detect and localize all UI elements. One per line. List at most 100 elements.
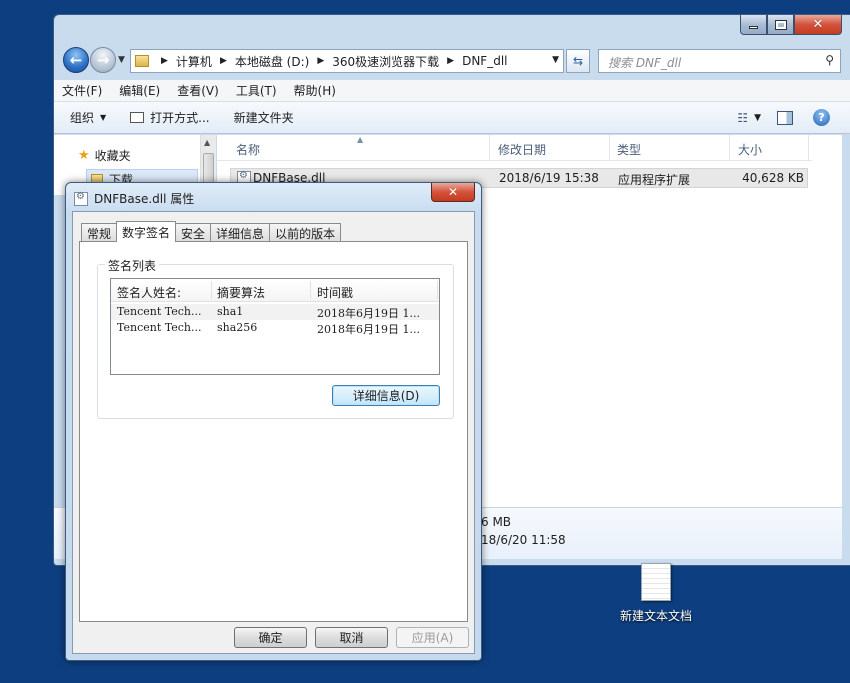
signature-timestamp: 2018年6月19日 1...	[317, 307, 420, 320]
desktop-icon-label: 新建文本文档	[619, 609, 692, 623]
signature-list[interactable]: 签名人姓名: 摘要算法 时间戳 Tencent Tech... sha1 201…	[110, 278, 440, 375]
breadcrumb-browser-downloads[interactable]: 360极速浏览器下载	[332, 53, 439, 70]
menu-help[interactable]: 帮助(H)	[294, 82, 336, 99]
maximize-button[interactable]	[767, 15, 794, 35]
menu-view[interactable]: 查看(V)	[177, 82, 219, 99]
breadcrumb-computer[interactable]: 计算机	[176, 53, 212, 70]
column-divider[interactable]	[609, 135, 610, 161]
forward-arrow-icon: →	[96, 51, 110, 69]
ok-button[interactable]: 确定	[234, 627, 307, 648]
breadcrumb-separator-icon[interactable]: ▶	[220, 56, 227, 66]
breadcrumb-separator-icon[interactable]: ▶	[447, 56, 454, 66]
nav-favorites[interactable]: ★ 收藏夹	[78, 147, 131, 164]
column-divider[interactable]	[310, 281, 311, 299]
minimize-button[interactable]	[740, 15, 767, 35]
refresh-icon: ⇆	[572, 54, 584, 68]
properties-dialog: DNFBase.dll 属性 ✕ 常规 数字签名 安全 详细信息 以前的版本 签…	[65, 182, 482, 661]
open-with-icon	[130, 112, 145, 123]
details-size: 6 MB	[481, 515, 512, 529]
menu-file[interactable]: 文件(F)	[62, 82, 102, 99]
file-modified: 2018/6/19 15:38	[499, 171, 599, 185]
caption-buttons: ✕	[740, 15, 842, 35]
new-folder-button[interactable]: 新建文件夹	[234, 109, 294, 126]
column-size[interactable]: 大小	[738, 141, 762, 158]
column-divider[interactable]	[808, 135, 809, 161]
signature-signer: Tencent Tech...	[117, 305, 202, 318]
new-folder-label: 新建文件夹	[233, 111, 294, 125]
organize-button[interactable]: 组织 ▼	[70, 109, 106, 126]
back-arrow-icon: ←	[69, 51, 83, 69]
open-with-button[interactable]: 打开方式...	[130, 109, 210, 126]
details-date: 18/6/20 11:58	[481, 533, 566, 547]
search-placeholder: 搜索 DNF_dll	[608, 56, 682, 70]
signature-list-label: 签名列表	[105, 257, 160, 274]
signature-row[interactable]: Tencent Tech... sha1 2018年6月19日 1...	[111, 304, 439, 320]
toolbar-right: ☷ ▼ ?	[737, 109, 830, 126]
preview-pane-icon[interactable]	[777, 110, 793, 125]
column-type[interactable]: 类型	[617, 141, 641, 158]
desktop-icon-new-text-document[interactable]: 新建文本文档	[612, 563, 700, 624]
column-divider[interactable]	[489, 135, 490, 161]
change-view-icon[interactable]: ☷	[737, 111, 748, 125]
signature-signer: Tencent Tech...	[117, 321, 202, 334]
header-digest[interactable]: 摘要算法	[217, 284, 265, 301]
column-modified[interactable]: 修改日期	[498, 141, 546, 158]
navigation-bar: ← → ▼ ▶ 计算机 ▶ 本地磁盘 (D:) ▶ 360极速浏览器下载 ▶ D…	[62, 46, 842, 74]
column-divider[interactable]	[211, 281, 212, 299]
column-headers: ▲ 名称 修改日期 类型 大小	[217, 135, 812, 161]
close-icon: ✕	[447, 185, 459, 199]
column-divider[interactable]	[437, 281, 438, 299]
maximize-icon	[774, 19, 787, 30]
search-input[interactable]: 搜索 DNF_dll ⚲	[598, 49, 841, 73]
command-bar: 组织 ▼ 打开方式... 新建文件夹 ☷ ▼ ?	[54, 102, 850, 134]
open-with-label: 打开方式...	[150, 111, 210, 125]
close-button[interactable]: ✕	[794, 15, 842, 35]
back-button[interactable]: ←	[63, 47, 89, 73]
tab-details[interactable]: 详细信息	[210, 223, 271, 242]
breadcrumb-drive-d[interactable]: 本地磁盘 (D:)	[235, 53, 309, 70]
breadcrumb: ▶ 计算机 ▶ 本地磁盘 (D:) ▶ 360极速浏览器下载 ▶ DNF_dll	[153, 53, 507, 70]
dialog-title: DNFBase.dll 属性	[94, 192, 195, 206]
recent-pages-dropdown[interactable]: ▼	[118, 55, 125, 65]
text-document-icon	[641, 563, 671, 601]
sort-ascending-icon: ▲	[357, 135, 364, 144]
digital-signatures-panel: 签名列表 签名人姓名: 摘要算法 时间戳 Tencent Tech... sha…	[79, 241, 468, 622]
apply-button[interactable]: 应用(A)	[396, 627, 469, 648]
search-icon[interactable]: ⚲	[825, 53, 834, 67]
tab-general[interactable]: 常规	[81, 223, 118, 242]
breadcrumb-dnf-dll[interactable]: DNF_dll	[462, 54, 507, 68]
refresh-button[interactable]: ⇆	[566, 49, 590, 73]
forward-button[interactable]: →	[90, 47, 116, 73]
breadcrumb-separator-icon[interactable]: ▶	[161, 56, 168, 66]
tab-security[interactable]: 安全	[175, 223, 212, 242]
cancel-button[interactable]: 取消	[315, 627, 388, 648]
signature-digest: sha1	[217, 305, 244, 318]
address-dropdown-icon[interactable]: ▼	[552, 55, 559, 65]
signature-details-button[interactable]: 详细信息(D)	[332, 385, 440, 406]
header-signer[interactable]: 签名人姓名:	[117, 284, 181, 301]
signature-list-group: 签名列表 签名人姓名: 摘要算法 时间戳 Tencent Tech... sha…	[97, 257, 454, 419]
breadcrumb-separator-icon[interactable]: ▶	[317, 56, 324, 66]
column-name[interactable]: 名称	[236, 141, 260, 158]
dialog-titlebar: DNFBase.dll 属性	[74, 190, 194, 207]
scroll-up-icon[interactable]: ▲	[204, 138, 210, 147]
help-icon[interactable]: ?	[813, 109, 830, 126]
chevron-down-icon: ▼	[100, 113, 107, 122]
dll-file-icon	[74, 191, 88, 206]
file-size: 40,628 KB	[742, 171, 804, 185]
organize-label: 组织	[70, 111, 95, 125]
column-divider[interactable]	[729, 135, 730, 161]
dialog-close-button[interactable]: ✕	[431, 183, 475, 202]
view-options-dropdown-icon[interactable]: ▼	[754, 113, 761, 123]
address-bar[interactable]: ▶ 计算机 ▶ 本地磁盘 (D:) ▶ 360极速浏览器下载 ▶ DNF_dll…	[130, 49, 564, 73]
folder-icon	[135, 55, 149, 67]
tab-digital-signatures[interactable]: 数字签名	[116, 221, 177, 242]
menu-edit[interactable]: 编辑(E)	[119, 82, 160, 99]
menu-tools[interactable]: 工具(T)	[236, 82, 277, 99]
signature-timestamp: 2018年6月19日 1...	[317, 323, 420, 336]
menu-bar: 文件(F) 编辑(E) 查看(V) 工具(T) 帮助(H)	[54, 80, 850, 102]
minimize-icon	[749, 26, 758, 29]
tab-previous-versions[interactable]: 以前的版本	[269, 223, 342, 242]
header-timestamp[interactable]: 时间戳	[317, 284, 353, 301]
signature-row[interactable]: Tencent Tech... sha256 2018年6月19日 1...	[111, 320, 439, 336]
